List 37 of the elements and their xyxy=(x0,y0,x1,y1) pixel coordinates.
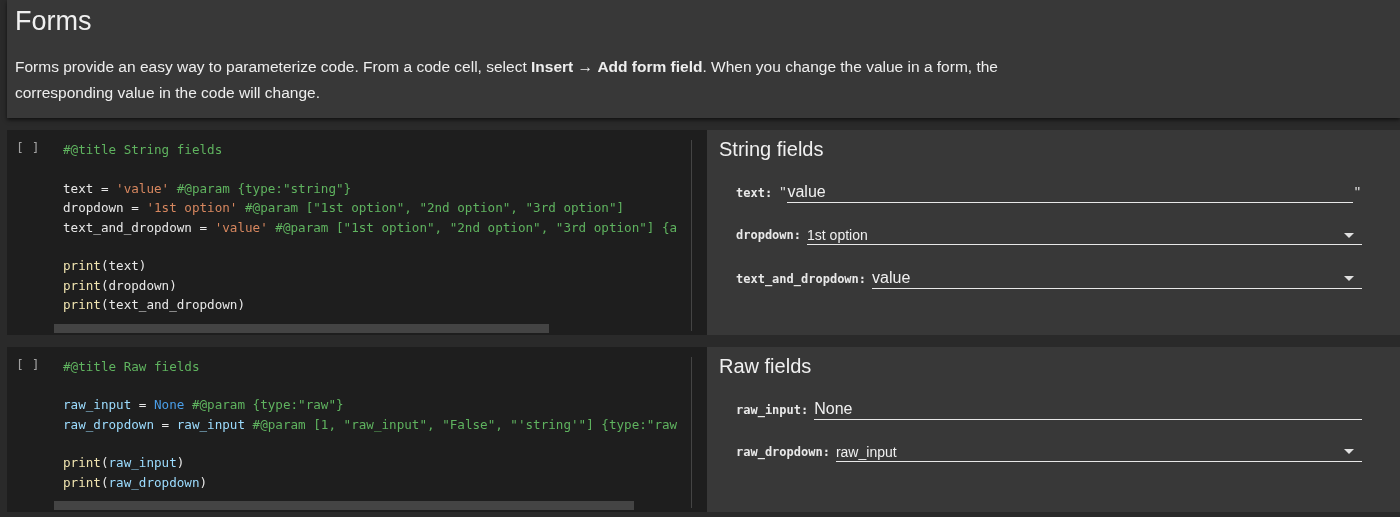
run-cell-button[interactable]: [ ] xyxy=(7,356,63,492)
field-label: text: xyxy=(736,186,773,202)
code-line: print(text) xyxy=(63,257,148,275)
code-editor[interactable]: [ ] #@title Raw fields raw_input = None #@param {type:"raw"} raw_dropdown = raw_input #@param [1, "raw_input", "False", "'string'"] {type:"raw print(raw_input) print(raw_dropdown) xyxy=(7,346,707,512)
field-label: text_and_dropdown: xyxy=(736,272,867,289)
code-line: print(dropdown) xyxy=(63,276,178,295)
field-label: raw_input: xyxy=(736,402,809,420)
code-line: dropdown = '1st option' #@param ["1st option", "2nd option", "3rd option"] xyxy=(63,199,626,217)
dropdown-field[interactable]: raw_input xyxy=(835,443,1362,462)
scrollbar-thumb[interactable] xyxy=(54,323,549,333)
dropdown-field[interactable]: value xyxy=(872,269,1362,289)
section-title: Forms xyxy=(15,6,93,37)
code-line: raw_dropdown = raw_input #@param [1, "raw_input", "False", "'string'"] {type:"raw xyxy=(63,415,678,434)
form-title: String fields xyxy=(719,138,825,161)
quote-mark: " xyxy=(1354,183,1360,200)
code-line: #@title Raw fields xyxy=(63,357,201,376)
code-line: #@title String fields xyxy=(63,141,224,159)
caret-icon xyxy=(1344,232,1354,238)
code-line: print(raw_dropdown) xyxy=(63,473,209,492)
code-line: text = 'value' #@param {type:"string"} xyxy=(63,179,353,198)
description-text: Forms provide an easy way to parameterize code. From a code cell, select Insert → Add form field. When you change the value in a form, the corresponding value in the code will change. xyxy=(15,57,999,103)
code-line: raw_input = None #@param {type:"raw"} xyxy=(63,396,345,414)
field-label: raw_dropdown: xyxy=(736,444,830,462)
dropdown-field[interactable]: 1st option xyxy=(807,227,1362,245)
code-line: text_and_dropdown = 'value' #@param ["1st option", "2nd option", "3rd option"] {a xyxy=(63,218,678,237)
code-editor[interactable] xyxy=(7,130,707,335)
input-field[interactable]: None xyxy=(814,399,1362,420)
caret-icon xyxy=(1344,449,1354,454)
run-cell-button[interactable]: [ ] xyxy=(7,140,63,315)
input-field[interactable]: value xyxy=(787,183,1353,203)
caret-icon xyxy=(1344,275,1354,281)
code-line: print(raw_input) xyxy=(63,454,186,472)
code-line: print(text_and_dropdown) xyxy=(63,296,246,314)
field-label: dropdown: xyxy=(736,228,802,244)
form-title: Raw fields xyxy=(719,354,813,378)
scrollbar-thumb[interactable] xyxy=(54,501,634,510)
quote-mark: " xyxy=(780,183,786,200)
